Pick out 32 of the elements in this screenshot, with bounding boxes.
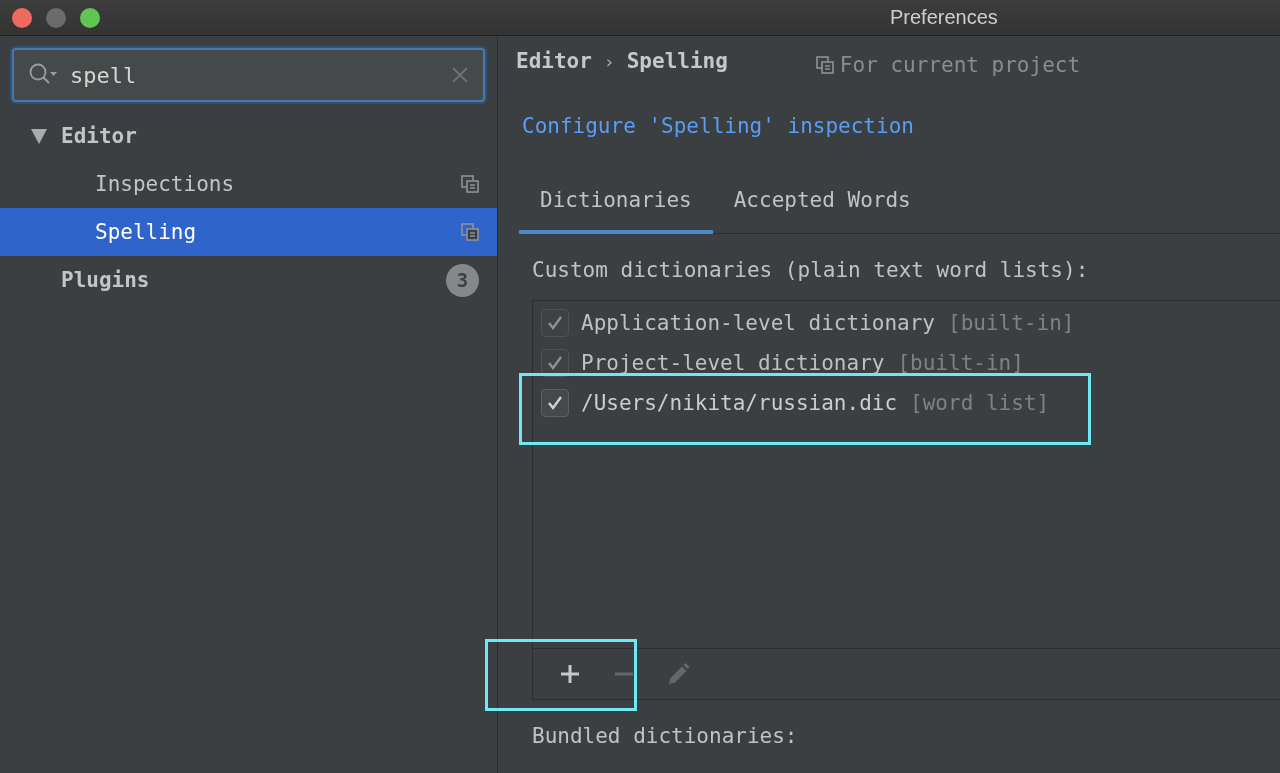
dictionary-item[interactable]: /Users/nikita/russian.dic [word list] — [533, 383, 1280, 423]
breadcrumb-item: Editor — [516, 49, 592, 73]
zoom-button[interactable] — [80, 7, 100, 28]
sidebar-item[interactable]: Inspections — [0, 160, 497, 208]
tab[interactable]: Accepted Words — [712, 174, 932, 234]
copy-icon — [815, 56, 834, 74]
dictionary-name: Application-level dictionary — [581, 311, 935, 335]
dictionary-type: [built-in] — [897, 351, 1024, 375]
plus-icon — [558, 662, 582, 686]
configure-inspection-link[interactable]: Configure 'Spelling' inspection — [522, 114, 914, 138]
section-label: Custom dictionaries (plain text word lists): — [532, 258, 1090, 282]
dictionary-type: [built-in] — [948, 311, 1075, 335]
scope-note: For current project — [839, 53, 1081, 77]
checkbox[interactable] — [541, 389, 569, 417]
section-label: Bundled dictionaries: — [532, 724, 799, 748]
breadcrumb-separator: › — [603, 50, 615, 72]
minus-icon — [612, 672, 636, 676]
expand-triangle-icon[interactable] — [30, 127, 48, 145]
dictionary-type: [word list] — [910, 391, 1050, 415]
count-badge: 3 — [446, 263, 479, 297]
dictionary-name: /Users/nikita/russian.dic — [581, 391, 898, 415]
sidebar-item[interactable]: Plugins 3 — [0, 256, 497, 304]
tab[interactable]: Dictionaries — [519, 174, 713, 234]
dictionary-name: Project-level dictionary — [581, 351, 885, 375]
sidebar-item[interactable]: Spelling — [0, 208, 497, 256]
pencil-icon — [666, 662, 690, 686]
window-title: Preferences — [890, 6, 998, 29]
sidebar-item[interactable]: Editor — [0, 112, 497, 160]
search-input[interactable]: spell — [68, 61, 441, 89]
close-button[interactable] — [12, 7, 32, 28]
search-field[interactable]: spell — [12, 48, 485, 102]
breadcrumb-item: Spelling — [626, 49, 728, 73]
